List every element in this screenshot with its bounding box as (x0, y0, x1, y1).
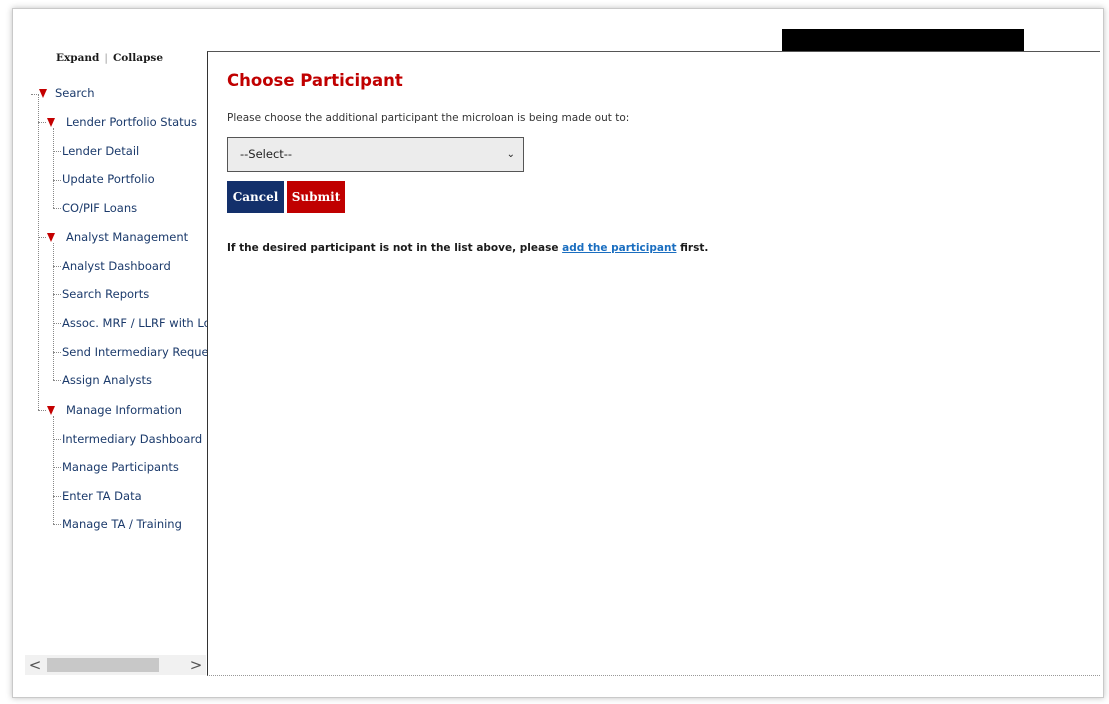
help-note: If the desired participant is not in the… (227, 242, 708, 254)
collapse-triangle-icon[interactable] (47, 118, 55, 127)
tree-line (53, 128, 54, 208)
tree-line (31, 94, 39, 95)
tree-item-intermediary-dashboard[interactable]: Intermediary Dashboard (62, 432, 202, 446)
sidebar-horizontal-scrollbar[interactable]: < > (25, 655, 206, 675)
tree-line (53, 323, 61, 324)
redacted-block (782, 29, 1024, 51)
tree-line (38, 94, 39, 410)
tree-line (38, 122, 46, 123)
tree-item-send-intermediary-requests[interactable]: Send Intermediary Requests (62, 345, 208, 359)
add-participant-link[interactable]: add the participant (562, 242, 676, 254)
tree-line (53, 208, 61, 209)
tree-item-assign-analysts[interactable]: Assign Analysts (62, 373, 152, 387)
page-title: Choose Participant (227, 71, 403, 90)
tree-line (53, 524, 61, 525)
tree-item-manage-information[interactable]: Manage Information (66, 403, 182, 417)
tree-line (53, 496, 61, 497)
collapse-triangle-icon[interactable] (47, 233, 55, 242)
tree-line (53, 266, 61, 267)
tree-item-lender-portfolio-status[interactable]: Lender Portfolio Status (66, 115, 197, 129)
tree-item-manage-participants[interactable]: Manage Participants (62, 460, 179, 474)
tree-line (53, 180, 61, 181)
tree-line (53, 467, 61, 468)
scroll-right-icon[interactable]: > (186, 655, 206, 675)
tree-item-search-reports[interactable]: Search Reports (62, 287, 149, 301)
scroll-left-icon[interactable]: < (25, 655, 45, 675)
tree-item-enter-ta-data[interactable]: Enter TA Data (62, 489, 142, 503)
tree-line (38, 237, 46, 238)
tree-line (53, 352, 61, 353)
collapse-triangle-icon[interactable] (39, 89, 47, 98)
submit-button[interactable]: Submit (287, 181, 345, 213)
tree-item-analyst-management[interactable]: Analyst Management (66, 230, 188, 244)
tree-line (53, 243, 54, 380)
note-suffix: first. (676, 242, 709, 254)
sidebar-tree: Search Lender Portfolio Status Lender De… (25, 50, 208, 677)
note-prefix: If the desired participant is not in the… (227, 242, 563, 254)
instruction-text: Please choose the additional participant… (227, 112, 630, 124)
tree-line (38, 410, 46, 411)
tree-line (53, 439, 61, 440)
cancel-button[interactable]: Cancel (227, 181, 284, 213)
tree-item-assoc-mrf-llrf[interactable]: Assoc. MRF / LLRF with Loan (62, 316, 208, 330)
participant-select[interactable]: --Select-- ⌄ (227, 137, 524, 172)
tree-line (53, 294, 61, 295)
tree-line (53, 151, 61, 152)
tree-item-lender-detail[interactable]: Lender Detail (62, 144, 139, 158)
tree-item-analyst-dashboard[interactable]: Analyst Dashboard (62, 259, 171, 273)
scrollbar-thumb[interactable] (47, 658, 159, 672)
tree-item-manage-ta-training[interactable]: Manage TA / Training (62, 517, 182, 531)
collapse-triangle-icon[interactable] (47, 406, 55, 415)
tree-item-co-pif-loans[interactable]: CO/PIF Loans (62, 201, 137, 215)
tree-item-search[interactable]: Search (55, 86, 95, 100)
tree-line (53, 416, 54, 524)
tree-item-update-portfolio[interactable]: Update Portfolio (62, 172, 155, 186)
chevron-down-icon: ⌄ (506, 149, 515, 160)
select-value: --Select-- (240, 147, 293, 161)
tree-line (53, 380, 61, 381)
